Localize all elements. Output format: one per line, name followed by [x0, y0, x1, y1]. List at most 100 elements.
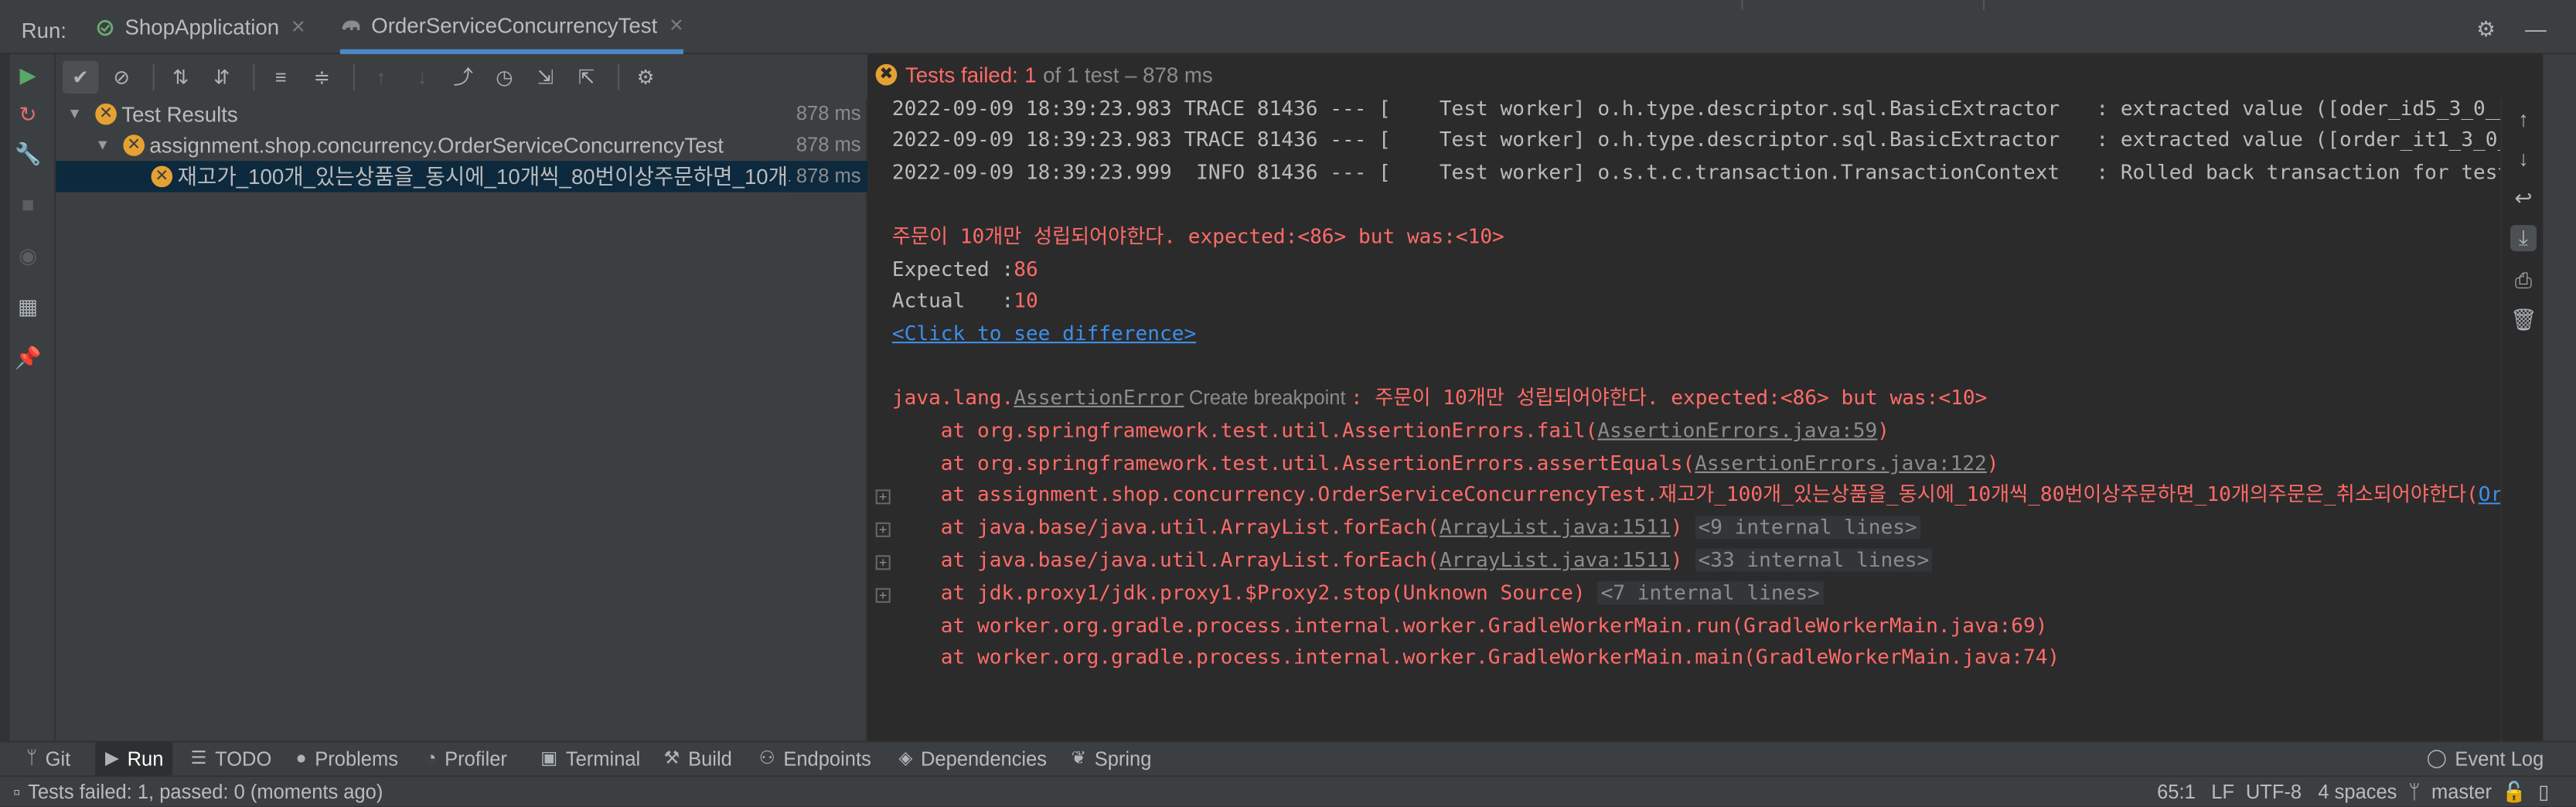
- expand-fold-icon[interactable]: +: [875, 489, 891, 505]
- tool-tab-endpoints[interactable]: ⚇ Endpoints: [759, 743, 871, 778]
- eye-icon[interactable]: ◉: [15, 243, 41, 270]
- tool-tab-todo[interactable]: ☰ TODO: [191, 743, 272, 778]
- source-link[interactable]: ArrayList.java:1511: [1440, 549, 1671, 572]
- endpoints-icon: ⚇: [758, 749, 775, 769]
- profiler-icon: ◔: [425, 749, 437, 769]
- spring-leaf-icon: ❦: [1071, 749, 1087, 769]
- internal-lines-fold[interactable]: <9 internal lines>: [1695, 516, 1920, 539]
- import-tests-icon[interactable]: ⤴: [445, 60, 482, 94]
- tool-window-bar: ᛘ Git ▶ Run ☰ TODO ● Problems ◔ Profiler ▣ Ter…: [0, 741, 2576, 778]
- expand-fold-icon[interactable]: +: [875, 555, 891, 570]
- arrow-down-icon[interactable]: ↓: [2510, 146, 2537, 172]
- caret-position[interactable]: 65:1: [2157, 780, 2196, 803]
- rerun-icon[interactable]: ▶: [15, 63, 41, 89]
- show-ignored-icon[interactable]: ⊘: [104, 60, 140, 94]
- git-branch[interactable]: master: [2431, 780, 2492, 803]
- source-link[interactable]: ArrayList.java:1511: [1440, 516, 1671, 539]
- actual-label: Actual :: [891, 289, 1014, 312]
- scroll-to-end-icon[interactable]: ⤓: [2510, 225, 2537, 252]
- stack-frame: at java.base/java.util.ArrayList.forEach…: [892, 546, 1933, 577]
- trash-icon[interactable]: ▯: [2538, 780, 2549, 803]
- test-status-summary: ✖ Tests failed: 1 of 1 test – 878 ms: [875, 62, 1213, 87]
- expand-fold-icon[interactable]: +: [875, 522, 891, 537]
- soft-wrap-icon[interactable]: ↩: [2510, 186, 2537, 212]
- stack-frame: at worker.org.gradle.process.internal.wo…: [891, 614, 2048, 638]
- exception-class-link[interactable]: AssertionError: [1014, 386, 1184, 409]
- tab-shop-application[interactable]: ShopApplication ✕: [94, 0, 306, 54]
- tab-label: ShopApplication: [124, 15, 280, 39]
- create-breakpoint-link[interactable]: Create breakpoint: [1184, 386, 1350, 409]
- indent-setting[interactable]: 4 spaces: [2318, 780, 2397, 803]
- internal-lines-fold[interactable]: <7 internal lines>: [1597, 581, 1824, 604]
- gear-icon[interactable]: ⚙: [2476, 16, 2496, 43]
- tab-order-service-concurrency-test[interactable]: OrderServiceConcurrencyTest ✕: [339, 0, 684, 55]
- sort-alpha-icon[interactable]: ⇅: [162, 60, 199, 94]
- expected-label: Expected :: [891, 257, 1014, 281]
- next-failed-icon[interactable]: ↓: [404, 60, 441, 94]
- show-passed-icon[interactable]: ✔: [62, 60, 99, 94]
- tree-item-label: assignment.shop.concurrency.OrderService…: [149, 133, 724, 158]
- rerun-failed-icon[interactable]: ↻: [15, 102, 41, 128]
- arrow-up-icon[interactable]: ↑: [2510, 107, 2537, 133]
- tree-item-test-results[interactable]: ▼ ✕ Test Results 878 ms: [56, 99, 867, 130]
- stack-frame: at worker.org.gradle.process.internal.wo…: [891, 645, 2060, 669]
- chevron-down-icon[interactable]: ▼: [95, 130, 110, 161]
- terminal-icon: ▣: [540, 749, 558, 769]
- status-failed-count: 1: [1024, 62, 1037, 87]
- line-separator[interactable]: LF: [2211, 780, 2234, 803]
- chevron-down-icon[interactable]: ▼: [67, 99, 82, 130]
- stop-icon[interactable]: ■: [15, 192, 41, 219]
- history-icon[interactable]: ◷: [486, 60, 523, 94]
- git-branch-icon: ᛘ: [26, 749, 38, 769]
- tree-item-test-class[interactable]: ▼ ✕ assignment.shop.concurrency.OrderSer…: [56, 130, 867, 161]
- status-message[interactable]: Tests failed: 1, passed: 0 (moments ago): [28, 780, 383, 803]
- expand-all-icon[interactable]: ≡: [263, 60, 299, 94]
- tool-tab-event-log[interactable]: ◯ Event Log: [2427, 743, 2544, 778]
- tool-tab-dependencies[interactable]: ◈ Dependencies: [898, 743, 1047, 778]
- settings-icon[interactable]: ⚙: [628, 60, 664, 94]
- hammer-icon: ⚒: [663, 749, 680, 769]
- tree-item-time: 878 ms: [796, 101, 861, 125]
- tool-tab-run[interactable]: ▶ Run: [95, 742, 174, 778]
- right-tool-stripe: [2543, 54, 2576, 741]
- failed-test-icon: ✕: [95, 103, 117, 125]
- status-bar: ▫ Tests failed: 1, passed: 0 (moments ag…: [0, 775, 2576, 807]
- tool-tab-problems[interactable]: ● Problems: [296, 743, 398, 778]
- exception-message: : 주문이 10개만 성립되어야한다. expected:<86> but wa…: [1350, 386, 1988, 410]
- source-link[interactable]: AssertionErrors.java:59: [1597, 419, 1877, 442]
- previous-failed-icon[interactable]: ↑: [363, 60, 400, 94]
- log-line: 2022-09-09 18:39:23.983 TRACE 81436 --- …: [891, 128, 2500, 152]
- close-icon[interactable]: ✕: [669, 14, 684, 36]
- event-log-icon: ◯: [2426, 749, 2447, 769]
- console-output[interactable]: ✖ Tests failed: 1 of 1 test – 878 ms 202…: [869, 54, 2501, 741]
- tool-tab-build[interactable]: ⚒ Build: [664, 743, 732, 778]
- tree-item-test-method[interactable]: ✕ 재고가_100개_있는상품을_동시에_10개씩_80번이상주문하면_10개의…: [56, 161, 867, 192]
- expand-fold-icon[interactable]: +: [875, 587, 891, 603]
- diff-line: <Click to see difference>: [892, 318, 1196, 349]
- tool-tab-terminal[interactable]: ▣ Terminal: [540, 743, 640, 778]
- import-results-icon[interactable]: ⇲: [527, 60, 564, 94]
- tool-tab-profiler[interactable]: ◔ Profiler: [425, 743, 507, 778]
- play-icon: ▶: [105, 749, 119, 769]
- click-to-see-difference-link[interactable]: <Click to see difference>: [892, 322, 1196, 346]
- file-encoding[interactable]: UTF-8: [2246, 780, 2302, 803]
- lock-icon[interactable]: 🔓: [2502, 780, 2527, 803]
- export-results-icon[interactable]: ⇱: [568, 60, 605, 94]
- trash-icon[interactable]: 🗑: [2510, 307, 2537, 333]
- source-link[interactable]: AssertionErrors.java:122: [1695, 451, 1987, 475]
- layout-icon[interactable]: ▦: [15, 294, 41, 320]
- tool-tab-git[interactable]: ᛘ Git: [26, 743, 70, 778]
- minimize-icon[interactable]: —: [2525, 16, 2547, 43]
- tree-item-label: 재고가_100개_있는상품을_동시에_10개씩_80번이상주문하면_10개의주문…: [177, 164, 791, 189]
- sort-duration-icon[interactable]: ⇵: [204, 60, 240, 94]
- internal-lines-fold[interactable]: <33 internal lines>: [1695, 548, 1933, 572]
- close-icon[interactable]: ✕: [291, 16, 306, 38]
- collapse-all-icon[interactable]: ≑: [304, 60, 340, 94]
- test-toolbar: ✔ ⊘ ⇅ ⇵ ≡ ≑ ↑ ↓ ⤴ ◷ ⇲ ⇱ ⚙: [56, 54, 867, 99]
- wrench-icon[interactable]: 🔧: [15, 141, 41, 168]
- pin-icon[interactable]: 📌: [15, 345, 41, 371]
- source-link[interactable]: Ord: [2479, 483, 2500, 506]
- status-icon[interactable]: ▫: [13, 780, 20, 803]
- print-icon[interactable]: ⎙: [2510, 267, 2537, 294]
- tool-tab-spring[interactable]: ❦ Spring: [1072, 743, 1152, 778]
